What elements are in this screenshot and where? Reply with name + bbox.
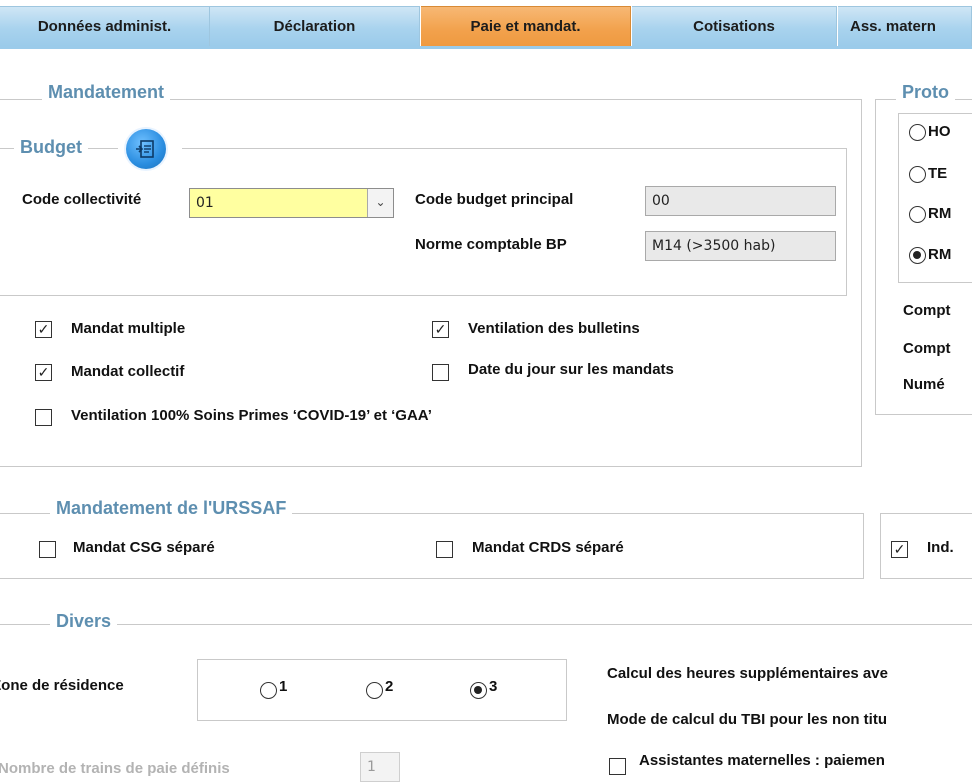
tab-bar: Données administ. Déclaration Paie et ma… (0, 0, 972, 49)
protocole-label-3: Numé (903, 376, 945, 393)
mandat-crds-label: Mandat CRDS séparé (472, 539, 624, 556)
protocole-label-1: Compt (903, 302, 951, 319)
tab-declaration[interactable]: Déclaration (210, 6, 420, 46)
ventilation-covid-label: Ventilation 100% Soins Primes ‘COVID-19’… (71, 407, 432, 424)
date-du-jour-checkbox[interactable] (432, 364, 449, 381)
mandat-multiple-label: Mandat multiple (71, 320, 186, 337)
divers-legend: Divers (50, 610, 118, 632)
zone-2-label: 2 (385, 678, 394, 695)
ventilation-bulletins-checkbox[interactable]: ✓ (432, 321, 449, 338)
norme-comptable-label: Norme comptable BP (415, 236, 567, 253)
trains-paie-field[interactable]: 1 (360, 752, 400, 782)
budget-legend: Budget (14, 136, 88, 158)
zone-2-radio[interactable] (366, 682, 383, 699)
code-budget-principal-field[interactable]: 00 (645, 186, 836, 216)
protocole-option-3-label: RM (928, 205, 952, 222)
zone-3-label: 3 (489, 678, 498, 695)
protocole-option-4-radio[interactable] (909, 247, 926, 264)
mandat-csg-checkbox[interactable] (39, 541, 56, 558)
ventilation-bulletins-label: Ventilation des bulletins (468, 320, 640, 337)
budget-export-icon[interactable] (126, 129, 166, 169)
assistantes-checkbox[interactable] (609, 758, 626, 775)
protocole-option-3-radio[interactable] (909, 206, 926, 223)
tab-ass-maternelles[interactable]: Ass. matern (838, 6, 972, 46)
code-collectivite-select[interactable]: 01 ⌄ (189, 188, 394, 218)
zone-3-radio[interactable] (470, 682, 487, 699)
tab-paie-et-mandat[interactable]: Paie et mandat. (421, 6, 631, 46)
protocole-option-2-label: TE (928, 165, 948, 182)
protocole-option-1-label: HO (928, 123, 951, 140)
code-collectivite-value: 01 (196, 195, 214, 211)
zone-residence-label: Zone de résidence (0, 677, 124, 694)
tab-cotisations[interactable]: Cotisations (632, 6, 837, 46)
divers-divider (0, 624, 972, 625)
mandat-crds-checkbox[interactable] (436, 541, 453, 558)
protocole-label-2: Compt (903, 340, 951, 357)
code-budget-principal-label: Code budget principal (415, 191, 574, 208)
mandatement-legend: Mandatement (42, 81, 171, 103)
mandat-csg-label: Mandat CSG séparé (73, 539, 215, 556)
code-collectivite-label: Code collectivité (22, 191, 142, 208)
tab-bar-underline (0, 46, 972, 49)
assistantes-label: Assistantes maternelles : paiemen (639, 752, 885, 769)
tab-donnees-administ[interactable]: Données administ. (0, 6, 210, 46)
protocole-option-2-radio[interactable] (909, 166, 926, 183)
heures-sup-label: Calcul des heures supplémentaires ave (607, 665, 888, 682)
tbi-label: Mode de calcul du TBI pour les non titu (607, 711, 888, 728)
date-du-jour-label: Date du jour sur les mandats (468, 361, 674, 378)
ventilation-covid-checkbox[interactable] (35, 409, 52, 426)
mandat-collectif-checkbox[interactable]: ✓ (35, 364, 52, 381)
ind-label: Ind. (927, 539, 954, 556)
chevron-down-icon[interactable]: ⌄ (367, 189, 393, 217)
ind-checkbox[interactable]: ✓ (891, 541, 908, 558)
mandat-multiple-checkbox[interactable]: ✓ (35, 321, 52, 338)
trains-paie-label: Nombre de trains de paie définis (0, 760, 230, 777)
urssaf-legend: Mandatement de l'URSSAF (50, 497, 293, 519)
budget-group (0, 148, 847, 296)
protocole-option-4-label: RM (928, 246, 952, 263)
zone-1-label: 1 (279, 678, 288, 695)
mandat-collectif-label: Mandat collectif (71, 363, 185, 380)
norme-comptable-field[interactable]: M14 (>3500 hab) (645, 231, 836, 261)
protocole-option-1-radio[interactable] (909, 124, 926, 141)
protocole-legend: Proto (896, 81, 955, 103)
zone-1-radio[interactable] (260, 682, 277, 699)
